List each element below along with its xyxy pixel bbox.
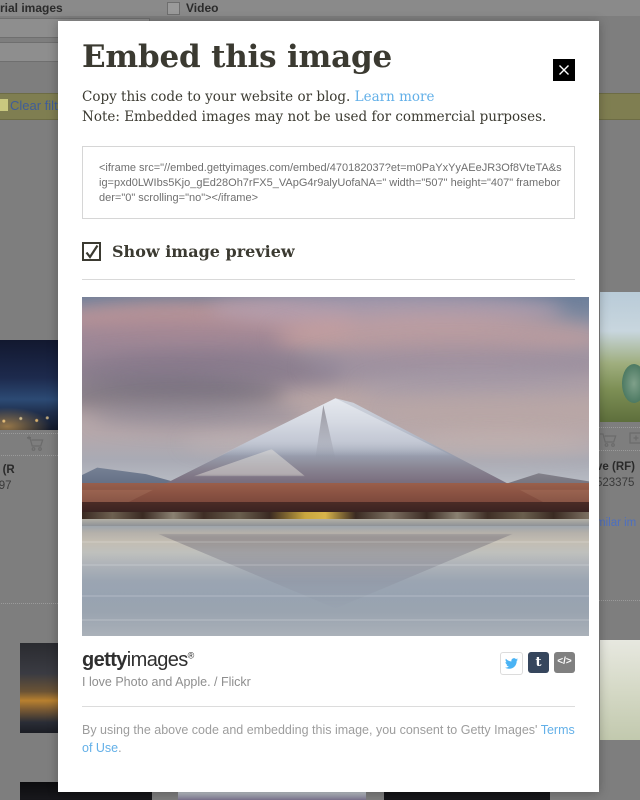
card-divider	[596, 450, 640, 451]
social-share-buttons: t </>	[500, 651, 575, 675]
background-thumbnail-right-lower[interactable]	[600, 640, 640, 740]
show-preview-label: Show image preview	[112, 241, 295, 261]
card-divider	[596, 427, 640, 428]
water-streak-1	[82, 540, 589, 543]
background-id-left: #47432397	[0, 480, 12, 492]
divider-above-terms	[82, 705, 575, 707]
thumbnail-photo-night-skyline	[0, 340, 60, 430]
tumblr-share-button[interactable]: t	[528, 651, 549, 673]
copy-instruction: Copy this code to your website or blog. …	[82, 88, 575, 108]
page-title: Embed this image	[82, 39, 393, 75]
show-image-preview-row[interactable]: Show image preview	[82, 241, 295, 261]
logo-registered-mark: ®	[187, 649, 195, 660]
card-divider	[596, 600, 640, 601]
clear-filters-button[interactable]: Clear filt	[0, 98, 58, 114]
thumbnail-photo-couple	[600, 292, 640, 422]
divider-above-preview	[82, 278, 575, 280]
background-filter-bar	[0, 0, 640, 16]
water-streak-2	[82, 564, 589, 567]
water-streak-3	[82, 594, 589, 597]
terms-consent-text: By using the above code and embedding th…	[82, 721, 575, 757]
getty-images-logo: gettyimages®	[82, 650, 251, 670]
add-to-board-icon[interactable]	[628, 430, 640, 449]
add-to-cart-icon[interactable]	[25, 434, 45, 455]
background-thumbnail-left[interactable]	[0, 340, 60, 430]
credit-block: gettyimages® I love Photo and Apple. / F…	[82, 650, 251, 689]
embed-image-modal: Embed this image Copy this code to your …	[58, 21, 599, 792]
card-divider	[0, 455, 60, 456]
credit-row: gettyimages® I love Photo and Apple. / F…	[82, 650, 575, 689]
license-type-left: Creative (R	[0, 464, 15, 476]
embed-code-button[interactable]: </>	[554, 651, 575, 673]
view-similar-images-link[interactable]: milar im	[596, 517, 636, 529]
add-to-cart-icon[interactable]	[598, 430, 618, 451]
close-icon[interactable]	[553, 59, 575, 81]
video-checkbox-label: Video	[186, 1, 219, 15]
background-license-right: ve (RF)	[596, 460, 635, 474]
logo-getty: getty	[82, 648, 127, 671]
code-brackets-icon: </>	[557, 656, 572, 668]
show-preview-checkbox[interactable]	[82, 241, 101, 261]
background-editorial-images-label: rial images	[0, 1, 63, 15]
clear-filters-icon	[0, 99, 8, 111]
card-divider	[0, 603, 60, 604]
cloud-9	[92, 401, 306, 429]
embed-code-textarea[interactable]	[97, 158, 564, 210]
video-checkbox[interactable]	[167, 1, 180, 15]
commercial-use-note: Note: Embedded images may not be used fo…	[82, 109, 547, 126]
twitter-bird-icon	[505, 657, 518, 669]
learn-more-link[interactable]: Learn more	[355, 89, 435, 105]
thumbnail-photo-pale	[600, 640, 640, 740]
terms-text: By using the above code and embedding th…	[82, 722, 538, 737]
license-type-right: ve (RF)	[596, 461, 635, 473]
photographer-credit: I love Photo and Apple. / Flickr	[82, 674, 251, 689]
water-streak-4	[82, 618, 589, 621]
copy-instruction-text: Copy this code to your website or blog.	[82, 89, 351, 106]
tumblr-t-icon: t	[535, 654, 542, 670]
clear-filters-label: Clear filt	[10, 98, 58, 113]
cloud-10	[386, 398, 589, 429]
embed-code-box[interactable]	[82, 145, 575, 219]
background-id-right: 523375	[596, 477, 635, 489]
background-thumbnail-right[interactable]	[600, 292, 640, 422]
twitter-share-button[interactable]	[500, 651, 523, 675]
terms-period: .	[118, 740, 122, 755]
background-video-checkbox-row[interactable]: Video	[167, 1, 218, 15]
image-preview	[82, 296, 589, 636]
background-license-left: Creative (R	[0, 463, 15, 477]
logo-images: images	[126, 648, 188, 671]
